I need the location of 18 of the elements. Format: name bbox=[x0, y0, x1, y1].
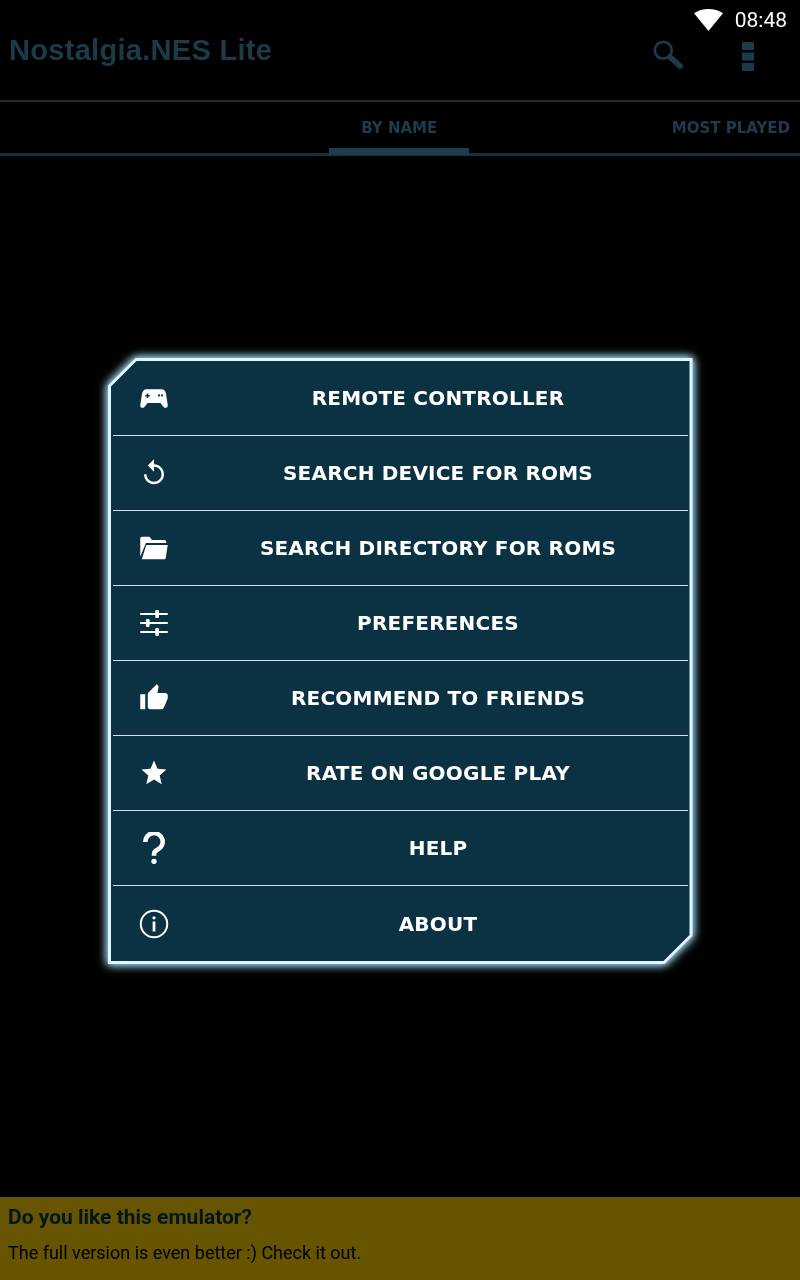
menu-item[interactable]: SEARCH DEVICE FOR ROMS bbox=[112, 436, 688, 511]
clock-time: 08:48 bbox=[734, 8, 787, 32]
menu-item[interactable]: REMOTE CONTROLLER bbox=[112, 361, 688, 436]
sliders-icon bbox=[138, 608, 169, 638]
menu-item[interactable]: RATE ON GOOGLE PLAY bbox=[112, 736, 688, 811]
menu-item[interactable]: SEARCH DIRECTORY FOR ROMS bbox=[112, 511, 688, 586]
info-icon bbox=[138, 908, 169, 939]
app-title: Nostalgia.NES Lite bbox=[8, 34, 274, 67]
menu-item[interactable]: HELP bbox=[112, 811, 688, 886]
menu-item[interactable]: PREFERENCES bbox=[112, 586, 688, 661]
wifi-icon bbox=[693, 9, 723, 31]
help-icon bbox=[142, 832, 165, 864]
menu-item[interactable]: ABOUT bbox=[112, 886, 688, 961]
search-icon[interactable] bbox=[652, 39, 683, 69]
menu-item[interactable]: RECOMMEND TO FRIENDS bbox=[112, 661, 688, 736]
banner-text: The full version is even better :) Check it out. bbox=[8, 1242, 363, 1263]
overflow-menu-icon[interactable] bbox=[742, 42, 754, 71]
banner-title: Do you like this emulator? bbox=[8, 1205, 253, 1229]
